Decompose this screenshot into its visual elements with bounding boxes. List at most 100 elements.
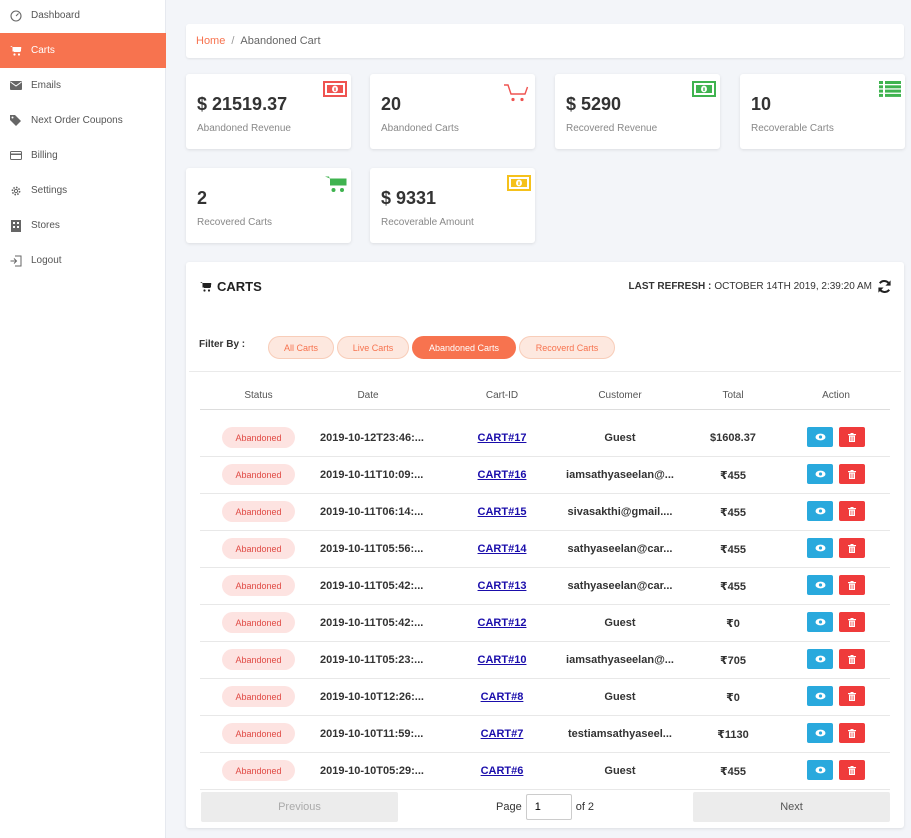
cart-id-link[interactable]: CART#10	[456, 654, 548, 666]
table-row: Abandoned 2019-10-12T23:46:... CART#17 Gues…	[200, 420, 890, 457]
trash-icon	[848, 728, 856, 738]
stat-label: Recoverable Amount	[381, 217, 474, 228]
table-row: Abandoned 2019-10-10T11:59:... CART#7 testi…	[200, 716, 890, 753]
next-button[interactable]: Next	[693, 792, 890, 822]
filter-abandoned-carts[interactable]: Abandoned Carts	[412, 336, 516, 359]
view-button[interactable]	[807, 686, 833, 706]
cart-id-link[interactable]: CART#15	[456, 506, 548, 518]
trash-icon	[848, 765, 856, 775]
cart-id-link[interactable]: CART#16	[456, 469, 548, 481]
delete-button[interactable]	[839, 501, 865, 521]
sidebar-item-carts[interactable]: Carts	[0, 33, 166, 68]
cart-icon	[503, 83, 529, 108]
stat-label: Recovered Carts	[197, 217, 273, 228]
page-number-input[interactable]	[525, 794, 572, 820]
status-badge: Abandoned	[222, 575, 295, 596]
cart-id-link[interactable]: CART#13	[456, 580, 548, 592]
cart-customer: Guest	[604, 765, 636, 777]
sidebar-item-label: Emails	[31, 80, 62, 91]
stat-card-recovered-revenue: $ 5290 Recovered Revenue	[555, 74, 720, 149]
view-button[interactable]	[807, 649, 833, 669]
delete-button[interactable]	[839, 686, 865, 706]
previous-button[interactable]: Previous	[201, 792, 398, 822]
refresh-icon[interactable]	[877, 279, 892, 294]
cart-id-link[interactable]: CART#12	[456, 617, 548, 629]
filter-recovered-carts[interactable]: Recoverd Carts	[519, 336, 615, 359]
status-badge: Abandoned	[222, 464, 295, 485]
view-button[interactable]	[807, 538, 833, 558]
delete-button[interactable]	[839, 427, 865, 447]
cart-total: ₹455	[719, 544, 746, 556]
filter-live-carts[interactable]: Live Carts	[337, 336, 409, 359]
delete-button[interactable]	[839, 464, 865, 484]
sidebar-item-dashboard[interactable]: Dashboard	[0, 0, 166, 33]
stat-value: 10	[751, 94, 772, 114]
dashboard-icon	[9, 9, 23, 23]
eye-icon	[815, 766, 826, 774]
delete-button[interactable]	[839, 538, 865, 558]
stat-label: Recovered Revenue	[566, 123, 658, 134]
stat-label: Abandoned Revenue	[197, 123, 291, 134]
delete-button[interactable]	[839, 575, 865, 595]
breadcrumb-home-link[interactable]: Home	[196, 35, 225, 47]
gear-icon	[9, 184, 23, 198]
delete-button[interactable]	[839, 723, 865, 743]
stat-card-abandoned-carts: 20 Abandoned Carts	[370, 74, 535, 149]
status-badge: Abandoned	[222, 501, 295, 522]
cart-total: ₹0	[726, 692, 740, 704]
cart-id-link[interactable]: CART#8	[456, 691, 548, 703]
stat-card-recovered-carts: 2 Recovered Carts	[186, 168, 351, 243]
cart-id-link[interactable]: CART#17	[456, 432, 548, 444]
cart-customer: sivasakthi@gmail....	[567, 506, 673, 518]
delete-button[interactable]	[839, 649, 865, 669]
view-button[interactable]	[807, 612, 833, 632]
cart-customer: sathyaseelan@car...	[567, 543, 673, 555]
table-row: Abandoned 2019-10-11T05:42:... CART#13 sath…	[200, 568, 890, 605]
cart-date: 2019-10-11T05:42:...	[320, 617, 424, 629]
carts-panel: CARTS LAST REFRESH : OCTOBER 14TH 2019, …	[186, 262, 904, 828]
filter-group: All Carts Live Carts Abandoned Carts Rec…	[268, 336, 618, 359]
sidebar-item-settings[interactable]: Settings	[0, 173, 166, 208]
cart-date: 2019-10-10T05:29:...	[320, 765, 424, 777]
sidebar: Dashboard Carts Emails Next Order Coupon…	[0, 0, 166, 838]
view-button[interactable]	[807, 760, 833, 780]
sidebar-item-billing[interactable]: Billing	[0, 138, 166, 173]
eye-icon	[815, 618, 826, 626]
delete-button[interactable]	[839, 612, 865, 632]
money-icon	[323, 81, 347, 102]
eye-icon	[815, 581, 826, 589]
cart-total: ₹455	[719, 470, 746, 482]
status-badge: Abandoned	[222, 723, 295, 744]
cart-id-link[interactable]: CART#6	[456, 765, 548, 777]
status-badge: Abandoned	[222, 538, 295, 559]
view-button[interactable]	[807, 501, 833, 521]
sidebar-item-emails[interactable]: Emails	[0, 68, 166, 103]
cart-customer: iamsathyaseelan@...	[566, 654, 674, 666]
sidebar-item-label: Dashboard	[31, 10, 80, 21]
view-button[interactable]	[807, 575, 833, 595]
stat-value: $ 9331	[381, 188, 437, 208]
sidebar-item-logout[interactable]: Logout	[0, 243, 166, 278]
table-row: Abandoned 2019-10-11T05:56:... CART#14 sath…	[200, 531, 890, 568]
cart-customer: sathyaseelan@car...	[567, 580, 673, 592]
view-button[interactable]	[807, 464, 833, 484]
cart-date: 2019-10-11T05:56:...	[320, 543, 424, 555]
cart-icon	[200, 282, 212, 292]
table-row: Abandoned 2019-10-11T05:23:... CART#10 iams…	[200, 642, 890, 679]
sidebar-item-next-order-coupons[interactable]: Next Order Coupons	[0, 103, 166, 138]
cart-total: ₹0	[726, 618, 740, 630]
delete-button[interactable]	[839, 760, 865, 780]
trash-icon	[848, 617, 856, 627]
building-icon	[9, 219, 23, 233]
view-button[interactable]	[807, 427, 833, 447]
cart-customer: testiamsathyaseel...	[568, 728, 672, 740]
breadcrumb: Home / Abandoned Cart	[186, 24, 904, 58]
cart-customer: iamsathyaseelan@...	[566, 469, 674, 481]
cart-id-link[interactable]: CART#14	[456, 543, 548, 555]
filter-all-carts[interactable]: All Carts	[268, 336, 334, 359]
cart-id-link[interactable]: CART#7	[456, 728, 548, 740]
stat-card-abandoned-revenue: $ 21519.37 Abandoned Revenue	[186, 74, 351, 149]
table-row: Abandoned 2019-10-10T05:29:... CART#6 Guest…	[200, 753, 890, 790]
sidebar-item-stores[interactable]: Stores	[0, 208, 166, 243]
view-button[interactable]	[807, 723, 833, 743]
